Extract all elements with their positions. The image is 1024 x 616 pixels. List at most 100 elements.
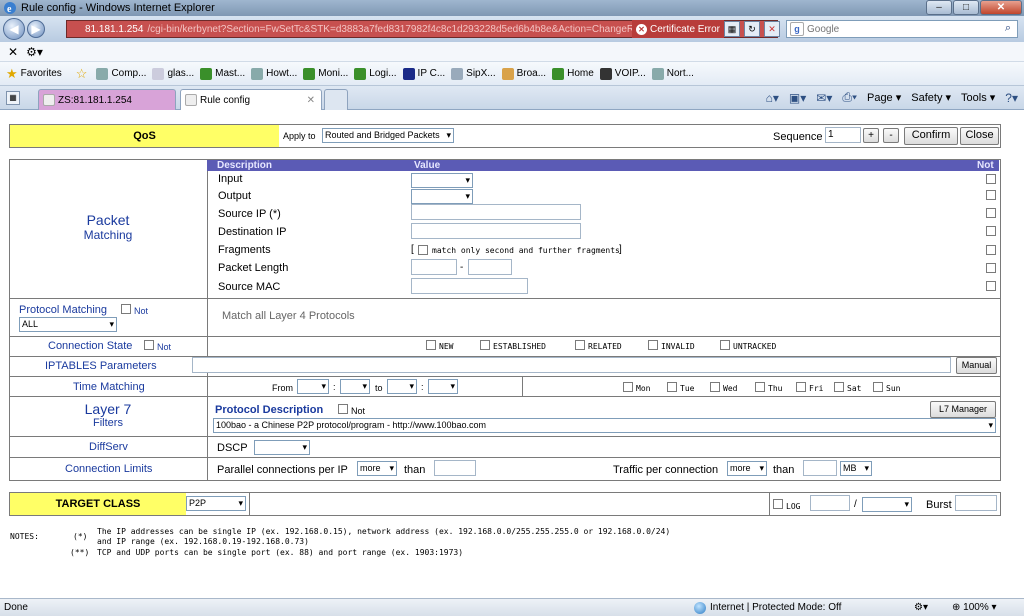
log-rate-input[interactable] xyxy=(810,495,850,511)
quick-tabs-icon[interactable]: ▦ xyxy=(6,91,20,105)
day-thu-checkbox[interactable] xyxy=(755,382,765,392)
favorite-link[interactable]: Howt... xyxy=(251,67,297,80)
minimize-button[interactable]: – xyxy=(926,0,952,15)
print-icon[interactable]: ⎙▾ xyxy=(842,90,857,105)
packet-length-not-checkbox[interactable] xyxy=(986,263,996,273)
to-hour-select[interactable] xyxy=(387,379,417,394)
favorite-link[interactable]: Home xyxy=(552,67,594,80)
maximize-button[interactable]: □ xyxy=(953,0,979,15)
favorite-link[interactable]: glas... xyxy=(152,67,194,80)
packet-length-min-input[interactable] xyxy=(411,259,457,275)
safety-menu[interactable]: Safety ▾ xyxy=(911,91,951,104)
output-not-checkbox[interactable] xyxy=(986,190,996,200)
fragments-checkbox[interactable] xyxy=(418,245,428,255)
favorite-link[interactable]: Mast... xyxy=(200,67,245,80)
protected-mode-icon[interactable]: ⚙▾ xyxy=(914,602,928,613)
confirm-button[interactable]: Confirm xyxy=(904,127,958,145)
day-fri-checkbox[interactable] xyxy=(796,382,806,392)
source-ip-label: Source IP (*) xyxy=(218,208,281,220)
search-box[interactable]: g ⌕ xyxy=(786,20,1018,38)
from-minute-select[interactable] xyxy=(340,379,370,394)
connection-state-not-checkbox[interactable] xyxy=(144,340,154,350)
close-button[interactable]: Close xyxy=(960,127,999,145)
protocol-select[interactable]: ALL xyxy=(19,317,117,332)
tab-rule-config[interactable]: Rule config ✕ xyxy=(180,89,322,110)
traffic-input[interactable] xyxy=(803,460,837,476)
favorites-button[interactable]: ★ Favorites xyxy=(6,66,62,82)
search-icon[interactable]: ⌕ xyxy=(1005,22,1011,35)
dscp-select[interactable] xyxy=(254,440,310,455)
favorite-link[interactable]: IP C... xyxy=(402,67,445,80)
destination-ip-input[interactable] xyxy=(411,223,581,239)
layer7-protocol-select[interactable]: 100bao - a Chinese P2P protocol/program … xyxy=(213,418,996,433)
from-hour-select[interactable] xyxy=(297,379,329,394)
log-unit-select[interactable] xyxy=(862,497,912,512)
favorite-link[interactable]: Logi... xyxy=(354,67,397,80)
manual-button[interactable]: Manual xyxy=(956,357,997,374)
search-input[interactable] xyxy=(807,23,997,35)
compatibility-view-icon[interactable]: ▦ xyxy=(724,21,740,37)
mail-icon[interactable]: ✉▾ xyxy=(816,91,832,105)
stop-icon[interactable]: ✕ xyxy=(764,21,780,37)
fragments-not-checkbox[interactable] xyxy=(986,245,996,255)
state-new-checkbox[interactable] xyxy=(426,340,436,350)
favorite-link[interactable]: Nort... xyxy=(651,67,694,80)
day-sat-checkbox[interactable] xyxy=(834,382,844,392)
zoom-level[interactable]: ⊕ 100% ▾ xyxy=(952,602,997,613)
convert-icon[interactable]: ⚙▾ xyxy=(26,45,43,59)
traffic-unit-select[interactable]: MB xyxy=(840,461,872,476)
day-wed-checkbox[interactable] xyxy=(710,382,720,392)
log-checkbox[interactable] xyxy=(773,499,783,509)
favorite-link[interactable]: VOIP... xyxy=(599,67,646,80)
tab-zs[interactable]: ZS:81.181.1.254 xyxy=(38,89,176,110)
sequence-plus-button[interactable]: + xyxy=(863,128,879,143)
favorite-link[interactable]: Broa... xyxy=(501,67,546,80)
traffic-more-select[interactable]: more xyxy=(727,461,767,476)
source-ip-input[interactable] xyxy=(411,204,581,220)
target-class-select[interactable]: P2P xyxy=(186,496,246,511)
day-tue-checkbox[interactable] xyxy=(667,382,677,392)
forward-button[interactable]: ▶ xyxy=(27,20,45,38)
output-select[interactable] xyxy=(411,189,473,204)
favorite-link[interactable]: SipX... xyxy=(451,67,496,80)
refresh-icon[interactable]: ↻ xyxy=(744,21,760,37)
day-mon-checkbox[interactable] xyxy=(623,382,633,392)
parallel-more-select[interactable]: more xyxy=(357,461,397,476)
parallel-connections-input[interactable] xyxy=(434,460,476,476)
source-ip-not-checkbox[interactable] xyxy=(986,208,996,218)
input-not-checkbox[interactable] xyxy=(986,174,996,184)
l7-manager-button[interactable]: L7 Manager xyxy=(930,401,996,418)
layer7-not-checkbox[interactable] xyxy=(338,404,348,414)
feeds-icon[interactable]: ▣▾ xyxy=(789,91,806,105)
destination-ip-not-checkbox[interactable] xyxy=(986,226,996,236)
tools-menu[interactable]: Tools ▾ xyxy=(961,91,995,104)
to-minute-select[interactable] xyxy=(428,379,458,394)
favorite-link[interactable]: Moni... xyxy=(303,67,348,80)
packet-length-max-input[interactable] xyxy=(468,259,512,275)
favorite-link[interactable]: Comp... xyxy=(96,67,146,80)
burst-input[interactable] xyxy=(955,495,997,511)
state-untracked-checkbox[interactable] xyxy=(720,340,730,350)
state-invalid-checkbox[interactable] xyxy=(648,340,658,350)
page-menu[interactable]: Page ▾ xyxy=(867,91,901,104)
home-icon[interactable]: ⌂▾ xyxy=(766,91,779,105)
state-established-checkbox[interactable] xyxy=(480,340,490,350)
source-mac-not-checkbox[interactable] xyxy=(986,281,996,291)
day-sun-checkbox[interactable] xyxy=(873,382,883,392)
back-button[interactable]: ◀ xyxy=(3,18,25,40)
state-related-checkbox[interactable] xyxy=(575,340,585,350)
iptables-input[interactable] xyxy=(192,357,951,373)
sequence-input[interactable]: 1 xyxy=(825,127,861,143)
help-icon[interactable]: ?▾ xyxy=(1005,91,1018,105)
input-select[interactable] xyxy=(411,173,473,188)
new-tab-button[interactable] xyxy=(324,89,348,110)
close-window-button[interactable]: ✕ xyxy=(980,0,1022,15)
add-favorite-icon[interactable]: ☆ xyxy=(76,66,91,82)
certificate-error-button[interactable]: ✕ Certificate Error xyxy=(632,20,725,38)
source-mac-input[interactable] xyxy=(411,278,528,294)
close-icon[interactable]: ✕ xyxy=(8,45,18,59)
close-tab-icon[interactable]: ✕ xyxy=(307,95,315,106)
sequence-minus-button[interactable]: - xyxy=(883,128,899,143)
apply-to-select[interactable]: Routed and Bridged Packets xyxy=(322,128,454,143)
protocol-not-checkbox[interactable] xyxy=(121,304,131,314)
